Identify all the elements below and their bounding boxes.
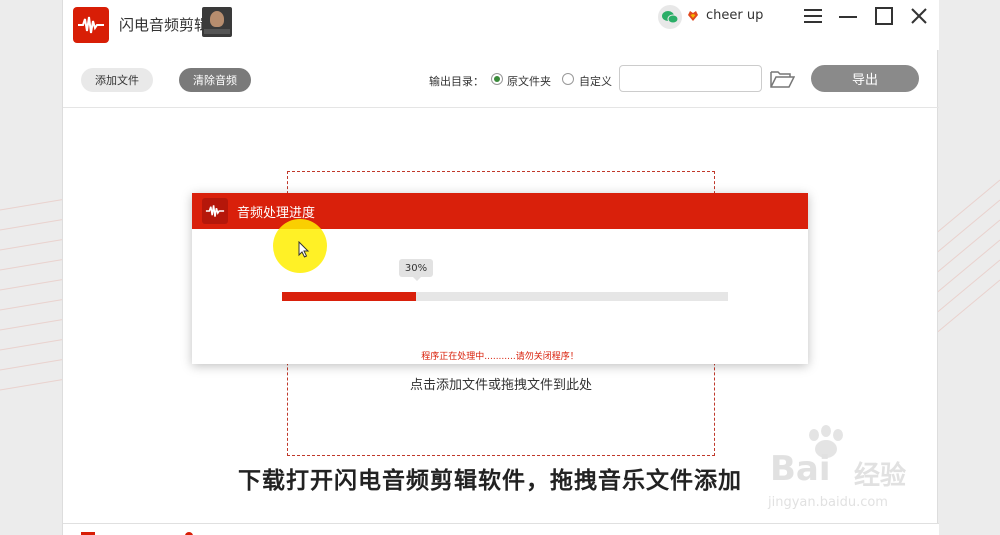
source-folder-label[interactable]: 原文件夹 — [507, 73, 551, 89]
maximize-icon[interactable] — [872, 4, 896, 28]
bottom-status-strip — [63, 523, 939, 535]
export-button[interactable]: 导出 — [811, 65, 919, 92]
drop-zone-hint: 点击添加文件或拖拽文件到此处 — [409, 378, 592, 393]
add-file-button[interactable]: 添加文件 — [81, 68, 153, 92]
watermark-url: jingyan.baidu.com — [768, 495, 888, 510]
watermark-brand-tail: 经验 — [854, 461, 907, 491]
source-folder-radio[interactable] — [491, 73, 503, 85]
progress-bar — [282, 292, 728, 301]
minimize-icon[interactable] — [836, 4, 860, 28]
close-icon[interactable] — [907, 4, 931, 28]
output-path-input[interactable] — [619, 65, 762, 92]
waveform-icon — [202, 198, 228, 224]
custom-path-label[interactable]: 自定义 — [579, 73, 612, 89]
custom-path-radio[interactable] — [562, 73, 574, 85]
baidu-jingyan-watermark: Bai 经验 jingyan.baidu.com — [762, 425, 952, 517]
toolbar: 添加文件 清除音频 输出目录： 原文件夹 自定义 导出 — [63, 50, 939, 108]
progress-bar-fill — [282, 292, 416, 301]
progress-dialog: 音频处理进度 30% 程序正在处理中...........请勿关闭程序！ — [192, 193, 808, 364]
dialog-title: 音频处理进度 — [237, 206, 316, 221]
user-name[interactable]: cheer up — [706, 8, 763, 23]
mouse-cursor-icon — [298, 241, 310, 258]
progress-percent-tooltip: 30% — [399, 259, 433, 281]
streamer-avatar — [202, 7, 232, 37]
watermark-brand: Bai — [770, 449, 831, 489]
vip-heart-icon — [688, 11, 698, 21]
folder-open-icon[interactable] — [769, 68, 795, 90]
title-bar: 闪电音频剪辑 cheer up — [63, 0, 939, 50]
menu-icon[interactable] — [801, 4, 825, 28]
processing-status-text: 程序正在处理中...........请勿关闭程序！ — [421, 352, 579, 362]
waveform-icon — [73, 7, 109, 43]
wechat-icon[interactable] — [658, 5, 682, 29]
clear-audio-button[interactable]: 清除音频 — [179, 68, 251, 92]
video-caption: 下载打开闪电音频剪辑软件，拖拽音乐文件添加 — [228, 460, 752, 498]
app-title: 闪电音频剪辑 — [119, 16, 210, 34]
output-dir-label: 输出目录： — [429, 75, 484, 88]
